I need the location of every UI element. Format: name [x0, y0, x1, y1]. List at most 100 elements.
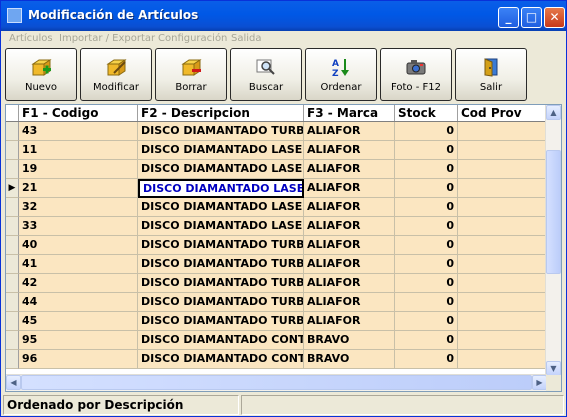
cell-marca[interactable]: ALIAFOR	[304, 179, 395, 198]
nuevo-button[interactable]: Nuevo	[5, 48, 77, 101]
column-header-cod-prov[interactable]: Cod Prov	[458, 105, 547, 121]
table-row[interactable]: 11 DISCO DIAMANTADO LASER ALIAFOR 0	[6, 141, 547, 160]
cell-stock[interactable]: 0	[395, 350, 458, 369]
cell-descripcion[interactable]: DISCO DIAMANTADO TURBO	[138, 255, 304, 274]
cell-marca[interactable]: ALIAFOR	[304, 312, 395, 331]
cell-cod-prov[interactable]	[458, 141, 547, 160]
row-indicator-cell[interactable]	[6, 274, 19, 293]
cell-cod-prov[interactable]	[458, 122, 547, 141]
row-indicator-cell[interactable]: ▶	[6, 179, 19, 198]
menu-salida[interactable]: Salida	[231, 31, 262, 46]
cell-stock[interactable]: 0	[395, 312, 458, 331]
cell-descripcion[interactable]: DISCO DIAMANTADO TURBO	[138, 274, 304, 293]
modificar-button[interactable]: Modificar	[80, 48, 152, 101]
salir-button[interactable]: Salir	[455, 48, 527, 101]
row-indicator-cell[interactable]	[6, 217, 19, 236]
row-indicator-cell[interactable]	[6, 255, 19, 274]
cell-stock[interactable]: 0	[395, 255, 458, 274]
cell-codigo[interactable]: 19	[19, 160, 138, 179]
cell-codigo[interactable]: 32	[19, 198, 138, 217]
cell-descripcion[interactable]: DISCO DIAMANTADO TURBO	[138, 122, 304, 141]
title-bar[interactable]: Modificación de Artículos _ □ ✕	[1, 1, 566, 31]
cell-cod-prov[interactable]	[458, 274, 547, 293]
row-indicator-cell[interactable]	[6, 141, 19, 160]
cell-descripcion[interactable]: DISCO DIAMANTADO TURBO	[138, 293, 304, 312]
table-row[interactable]: 40 DISCO DIAMANTADO TURBO ALIAFOR 0	[6, 236, 547, 255]
column-header-descripcion[interactable]: F2 - Descripcion	[138, 105, 304, 121]
borrar-button[interactable]: Borrar	[155, 48, 227, 101]
cell-stock[interactable]: 0	[395, 274, 458, 293]
ordenar-button[interactable]: A Z Ordenar	[305, 48, 377, 101]
cell-stock[interactable]: 0	[395, 122, 458, 141]
maximize-button[interactable]: □	[521, 7, 542, 28]
cell-codigo[interactable]: 45	[19, 312, 138, 331]
cell-marca[interactable]: ALIAFOR	[304, 293, 395, 312]
column-header-codigo[interactable]: F1 - Codigo	[19, 105, 138, 121]
cell-codigo[interactable]: 43	[19, 122, 138, 141]
cell-cod-prov[interactable]	[458, 198, 547, 217]
cell-cod-prov[interactable]	[458, 255, 547, 274]
row-indicator-cell[interactable]	[6, 160, 19, 179]
table-row[interactable]: 45 DISCO DIAMANTADO TURBO ALIAFOR 0	[6, 312, 547, 331]
cell-codigo[interactable]: 96	[19, 350, 138, 369]
cell-marca[interactable]: BRAVO	[304, 331, 395, 350]
vertical-scroll-thumb[interactable]	[546, 150, 561, 274]
foto-button[interactable]: Foto - F12	[380, 48, 452, 101]
cell-descripcion[interactable]: DISCO DIAMANTADO TURBO	[138, 236, 304, 255]
menu-importar-exportar[interactable]: Importar / Exportar	[59, 31, 155, 46]
row-indicator-cell[interactable]	[6, 331, 19, 350]
table-row[interactable]: 96 DISCO DIAMANTADO CONTIN BRAVO 0	[6, 350, 547, 369]
row-indicator-cell[interactable]	[6, 312, 19, 331]
cell-marca[interactable]: ALIAFOR	[304, 236, 395, 255]
cell-stock[interactable]: 0	[395, 217, 458, 236]
table-row[interactable]: 41 DISCO DIAMANTADO TURBO ALIAFOR 0	[6, 255, 547, 274]
close-button[interactable]: ✕	[544, 7, 565, 28]
horizontal-scroll-thumb[interactable]	[21, 375, 532, 390]
table-row[interactable]: 32 DISCO DIAMANTADO LASER ALIAFOR 0	[6, 198, 547, 217]
cell-descripcion[interactable]: DISCO DIAMANTADO LASER	[138, 141, 304, 160]
cell-cod-prov[interactable]	[458, 331, 547, 350]
cell-cod-prov[interactable]	[458, 217, 547, 236]
cell-marca[interactable]: ALIAFOR	[304, 255, 395, 274]
cell-codigo[interactable]: 41	[19, 255, 138, 274]
cell-marca[interactable]: ALIAFOR	[304, 217, 395, 236]
row-indicator-cell[interactable]	[6, 236, 19, 255]
cell-cod-prov[interactable]	[458, 179, 547, 198]
menu-articulos[interactable]: Artículos	[9, 31, 53, 46]
scroll-left-icon[interactable]: ◀	[6, 375, 21, 390]
row-indicator-cell[interactable]	[6, 293, 19, 312]
cell-descripcion[interactable]: DISCO DIAMANTADO LASER	[138, 160, 304, 179]
row-indicator-cell[interactable]	[6, 198, 19, 217]
cell-stock[interactable]: 0	[395, 160, 458, 179]
cell-marca[interactable]: ALIAFOR	[304, 122, 395, 141]
table-row[interactable]: 95 DISCO DIAMANTADO CONTIN BRAVO 0	[6, 331, 547, 350]
menu-configuracion[interactable]: Configuración	[158, 31, 227, 46]
cell-codigo[interactable]: 11	[19, 141, 138, 160]
cell-stock[interactable]: 0	[395, 198, 458, 217]
cell-descripcion[interactable]: DISCO DIAMANTADO CONTIN	[138, 331, 304, 350]
vertical-scrollbar[interactable]: ▲ ▼	[545, 105, 561, 376]
table-row[interactable]: 44 DISCO DIAMANTADO TURBO ALIAFOR 0	[6, 293, 547, 312]
cell-cod-prov[interactable]	[458, 160, 547, 179]
row-indicator-cell[interactable]	[6, 122, 19, 141]
table-row[interactable]: 43 DISCO DIAMANTADO TURBO ALIAFOR 0	[6, 122, 547, 141]
table-row[interactable]: 33 DISCO DIAMANTADO LASER ALIAFOR 0	[6, 217, 547, 236]
cell-marca[interactable]: ALIAFOR	[304, 160, 395, 179]
table-row[interactable]: ▶ 21 DISCO DIAMANTADO LASER ALIAFOR 0	[6, 179, 547, 198]
cell-codigo[interactable]: 95	[19, 331, 138, 350]
table-row[interactable]: 42 DISCO DIAMANTADO TURBO ALIAFOR 0	[6, 274, 547, 293]
scroll-up-icon[interactable]: ▲	[546, 105, 561, 120]
cell-cod-prov[interactable]	[458, 236, 547, 255]
cell-descripcion[interactable]: DISCO DIAMANTADO LASER	[138, 198, 304, 217]
cell-marca[interactable]: ALIAFOR	[304, 274, 395, 293]
cell-stock[interactable]: 0	[395, 293, 458, 312]
cell-codigo[interactable]: 42	[19, 274, 138, 293]
cell-stock[interactable]: 0	[395, 179, 458, 198]
row-indicator-cell[interactable]	[6, 350, 19, 369]
horizontal-scrollbar[interactable]: ◀ ▶	[6, 374, 547, 391]
cell-codigo[interactable]: 33	[19, 217, 138, 236]
cell-descripcion[interactable]: DISCO DIAMANTADO LASER	[138, 179, 304, 198]
column-header-marca[interactable]: F3 - Marca	[304, 105, 395, 121]
scroll-right-icon[interactable]: ▶	[532, 375, 547, 390]
cell-codigo[interactable]: 44	[19, 293, 138, 312]
